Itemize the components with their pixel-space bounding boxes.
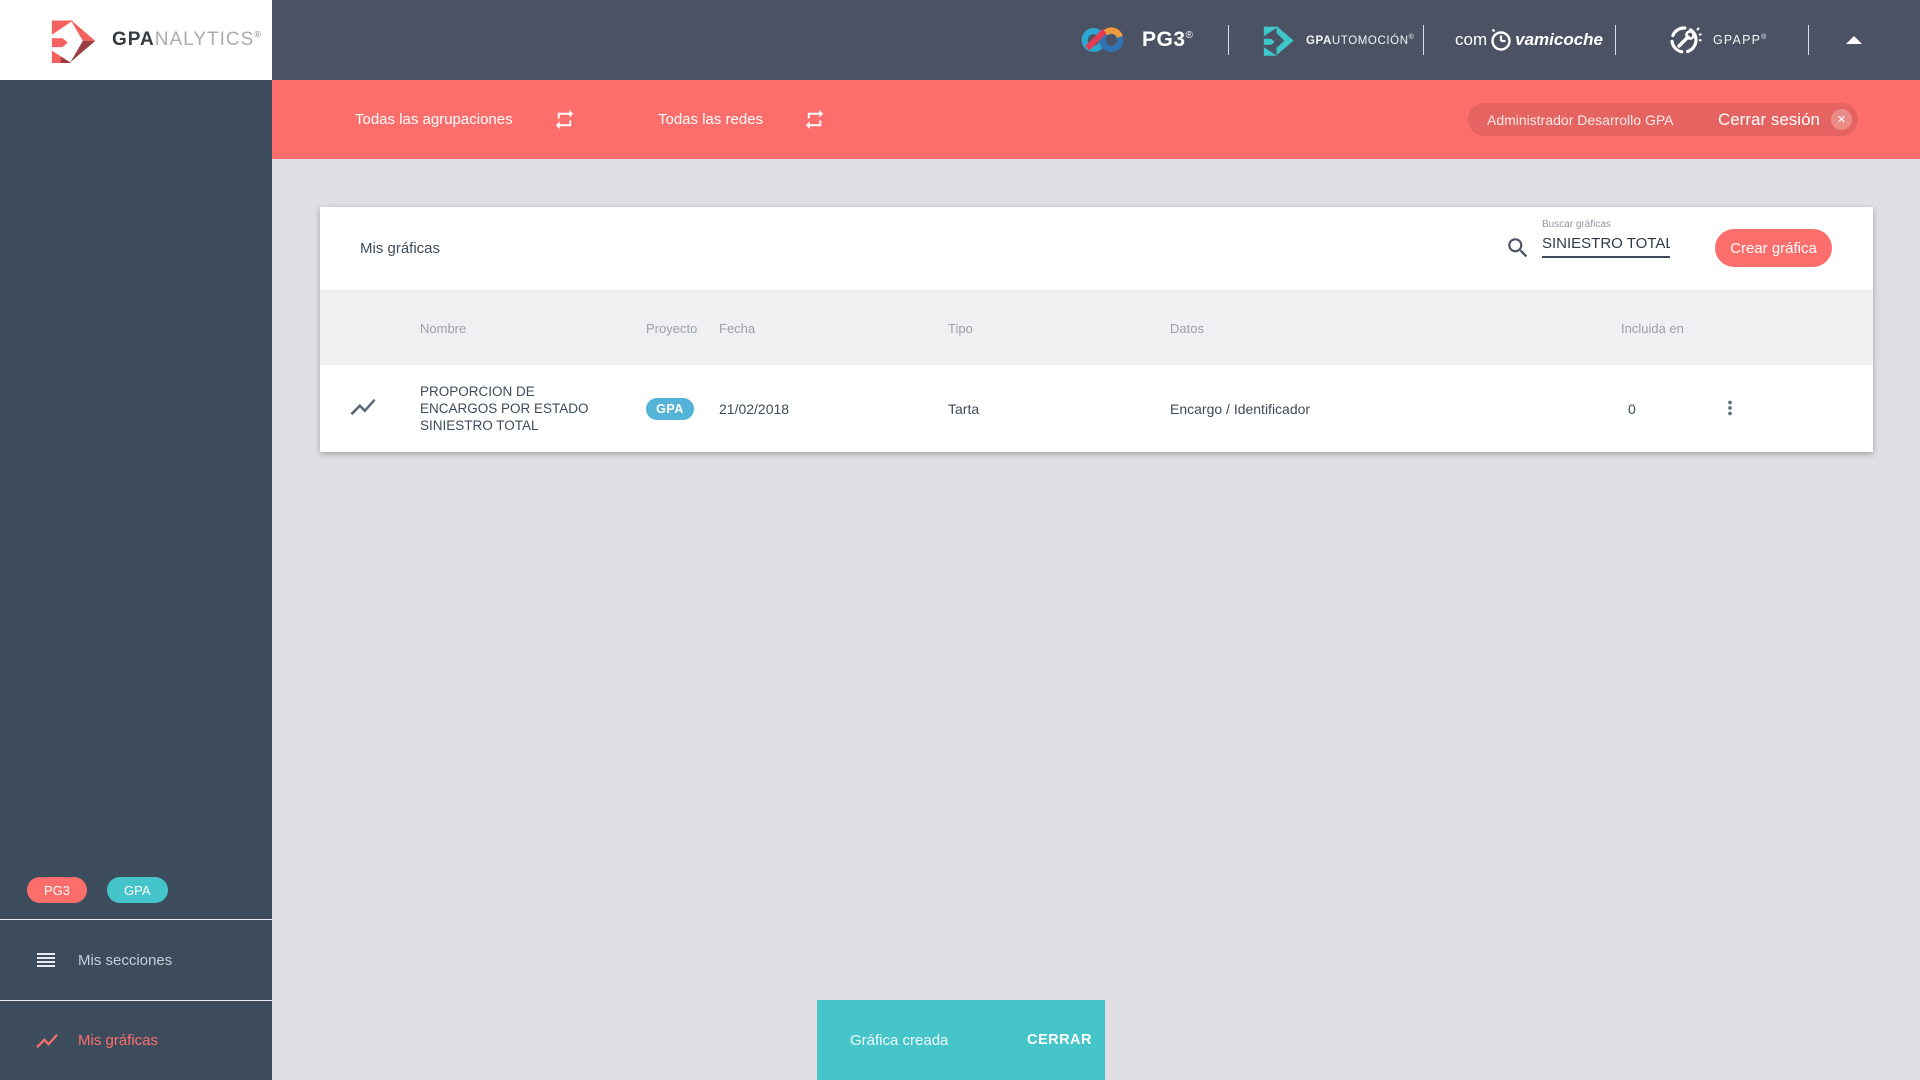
charts-card: Mis gráficas Buscar gráficas Crear gráfi…	[320, 207, 1873, 452]
filter-agrupaciones[interactable]: Todas las agrupaciones	[355, 80, 576, 159]
brand-registered: ®	[254, 29, 262, 40]
logout-button[interactable]: Cerrar sesión	[1718, 110, 1820, 130]
gpapp-wrench-icon	[1670, 26, 1702, 54]
repeat-icon[interactable]	[803, 108, 826, 131]
type-cell: Tarta	[948, 400, 980, 417]
separator	[1228, 25, 1229, 55]
filter-redes-label: Todas las redes	[658, 111, 764, 128]
pg3-logo[interactable]: PG3®	[1080, 0, 1193, 80]
page-title: Mis gráficas	[360, 240, 441, 257]
gpa-arrow-logo-icon	[51, 19, 96, 63]
filter-redes[interactable]: Todas las redes	[658, 80, 826, 159]
separator	[1808, 25, 1809, 55]
sidebar-item-mis-graficas[interactable]: Mis gráficas	[0, 1000, 272, 1080]
repeat-icon[interactable]	[553, 108, 576, 131]
sidebar-item-label: Mis secciones	[78, 951, 173, 969]
actions-cell	[1717, 393, 1873, 424]
topbar: PG3® GPAUTOMOCIÓN® com vamicoche GPAPP®	[272, 0, 1920, 80]
column-incluida-en: Incluida en	[1621, 320, 1684, 336]
pg3-wordmark: PG3®	[1142, 28, 1194, 51]
snackbar-message: Gráfica creada	[850, 1031, 949, 1049]
brand-bold: GPA	[112, 29, 155, 50]
more-options-button[interactable]	[1717, 393, 1743, 423]
kebab-icon	[1728, 400, 1732, 416]
app-logo: GPANALYTICS®	[0, 0, 272, 80]
column-fecha: Fecha	[719, 320, 756, 336]
sidebar-item-mis-secciones[interactable]: Mis secciones	[0, 919, 272, 1000]
project-cell: GPA	[646, 397, 719, 420]
filter-agrupaciones-label: Todas las agrupaciones	[355, 111, 513, 128]
project-badge: GPA	[646, 397, 694, 420]
gpapp-wordmark: GPAPP®	[1713, 33, 1768, 47]
gpapp-logo[interactable]: GPAPP®	[1667, 0, 1768, 80]
user-name: Administrador Desarrollo GPA	[1487, 111, 1674, 128]
gpautomocion-arrow-icon	[1263, 26, 1294, 56]
logout-close-icon[interactable]: ✕	[1831, 109, 1852, 130]
user-session-pill: Administrador Desarrollo GPA Cerrar sesi…	[1468, 103, 1858, 136]
column-tipo: Tipo	[948, 320, 973, 336]
filter-bar: Todas las agrupaciones Todas las redes A…	[272, 80, 1920, 159]
column-proyecto: Proyecto	[646, 320, 698, 336]
sidebar-badges: PG3 GPA	[27, 877, 168, 903]
gpautomocion-wordmark: GPAUTOMOCIÓN®	[1306, 33, 1415, 47]
column-datos: Datos	[1170, 320, 1204, 336]
snackbar: Gráfica creada CERRAR	[817, 1000, 1105, 1080]
brand-wordmark: GPANALYTICS®	[112, 29, 262, 51]
search-field: Buscar gráficas	[1542, 219, 1670, 258]
table-header: Nombre Proyecto Fecha Tipo Datos Incluid…	[320, 290, 1873, 365]
app-root: GPANALYTICS® PG3 GPA Mis secciones Mis g…	[0, 0, 1920, 1080]
collapse-header-button[interactable]	[1824, 0, 1884, 80]
chart-name: PROPORCION DE ENCARGOS POR ESTADO SINIES…	[420, 384, 589, 433]
line-chart-icon	[34, 1028, 60, 1054]
gpautomocion-logo[interactable]: GPAUTOMOCIÓN®	[1262, 0, 1414, 80]
comvamicoche-logo[interactable]: com vamicoche	[1455, 0, 1603, 80]
separator	[1615, 25, 1616, 55]
search-icon[interactable]	[1505, 235, 1531, 261]
included-in-cell: 0	[1628, 400, 1636, 417]
row-chart-icon-cell	[320, 392, 420, 425]
card-header: Mis gráficas Buscar gráficas Crear gráfi…	[320, 207, 1873, 290]
search-field-label: Buscar gráficas	[1542, 219, 1611, 230]
line-chart-icon	[350, 398, 376, 416]
main-content: Mis gráficas Buscar gráficas Crear gráfi…	[272, 159, 1920, 1080]
snackbar-close-button[interactable]: CERRAR	[1027, 1032, 1092, 1048]
menu-lines-icon	[34, 948, 60, 972]
comvamicoche-wordmark: com vamicoche	[1455, 27, 1603, 53]
sidebar: GPANALYTICS® PG3 GPA Mis secciones Mis g…	[0, 0, 272, 1080]
clock-icon	[1491, 28, 1511, 51]
data-cell: Encargo / Identificador	[1170, 400, 1311, 417]
table-row[interactable]: PROPORCION DE ENCARGOS POR ESTADO SINIES…	[320, 365, 1873, 452]
brand-light: NALYTICS	[154, 29, 255, 50]
triangle-up-icon	[1846, 36, 1862, 44]
pg3-infinity-icon	[1081, 27, 1124, 52]
badge-gpa[interactable]: GPA	[107, 877, 168, 903]
search-input[interactable]	[1542, 233, 1670, 258]
separator	[1423, 25, 1424, 55]
badge-pg3[interactable]: PG3	[27, 877, 88, 903]
sidebar-item-label: Mis gráficas	[78, 1032, 159, 1049]
create-chart-button[interactable]: Crear gráfica	[1715, 229, 1832, 267]
date-cell: 21/02/2018	[719, 400, 790, 417]
column-nombre: Nombre	[420, 320, 467, 336]
